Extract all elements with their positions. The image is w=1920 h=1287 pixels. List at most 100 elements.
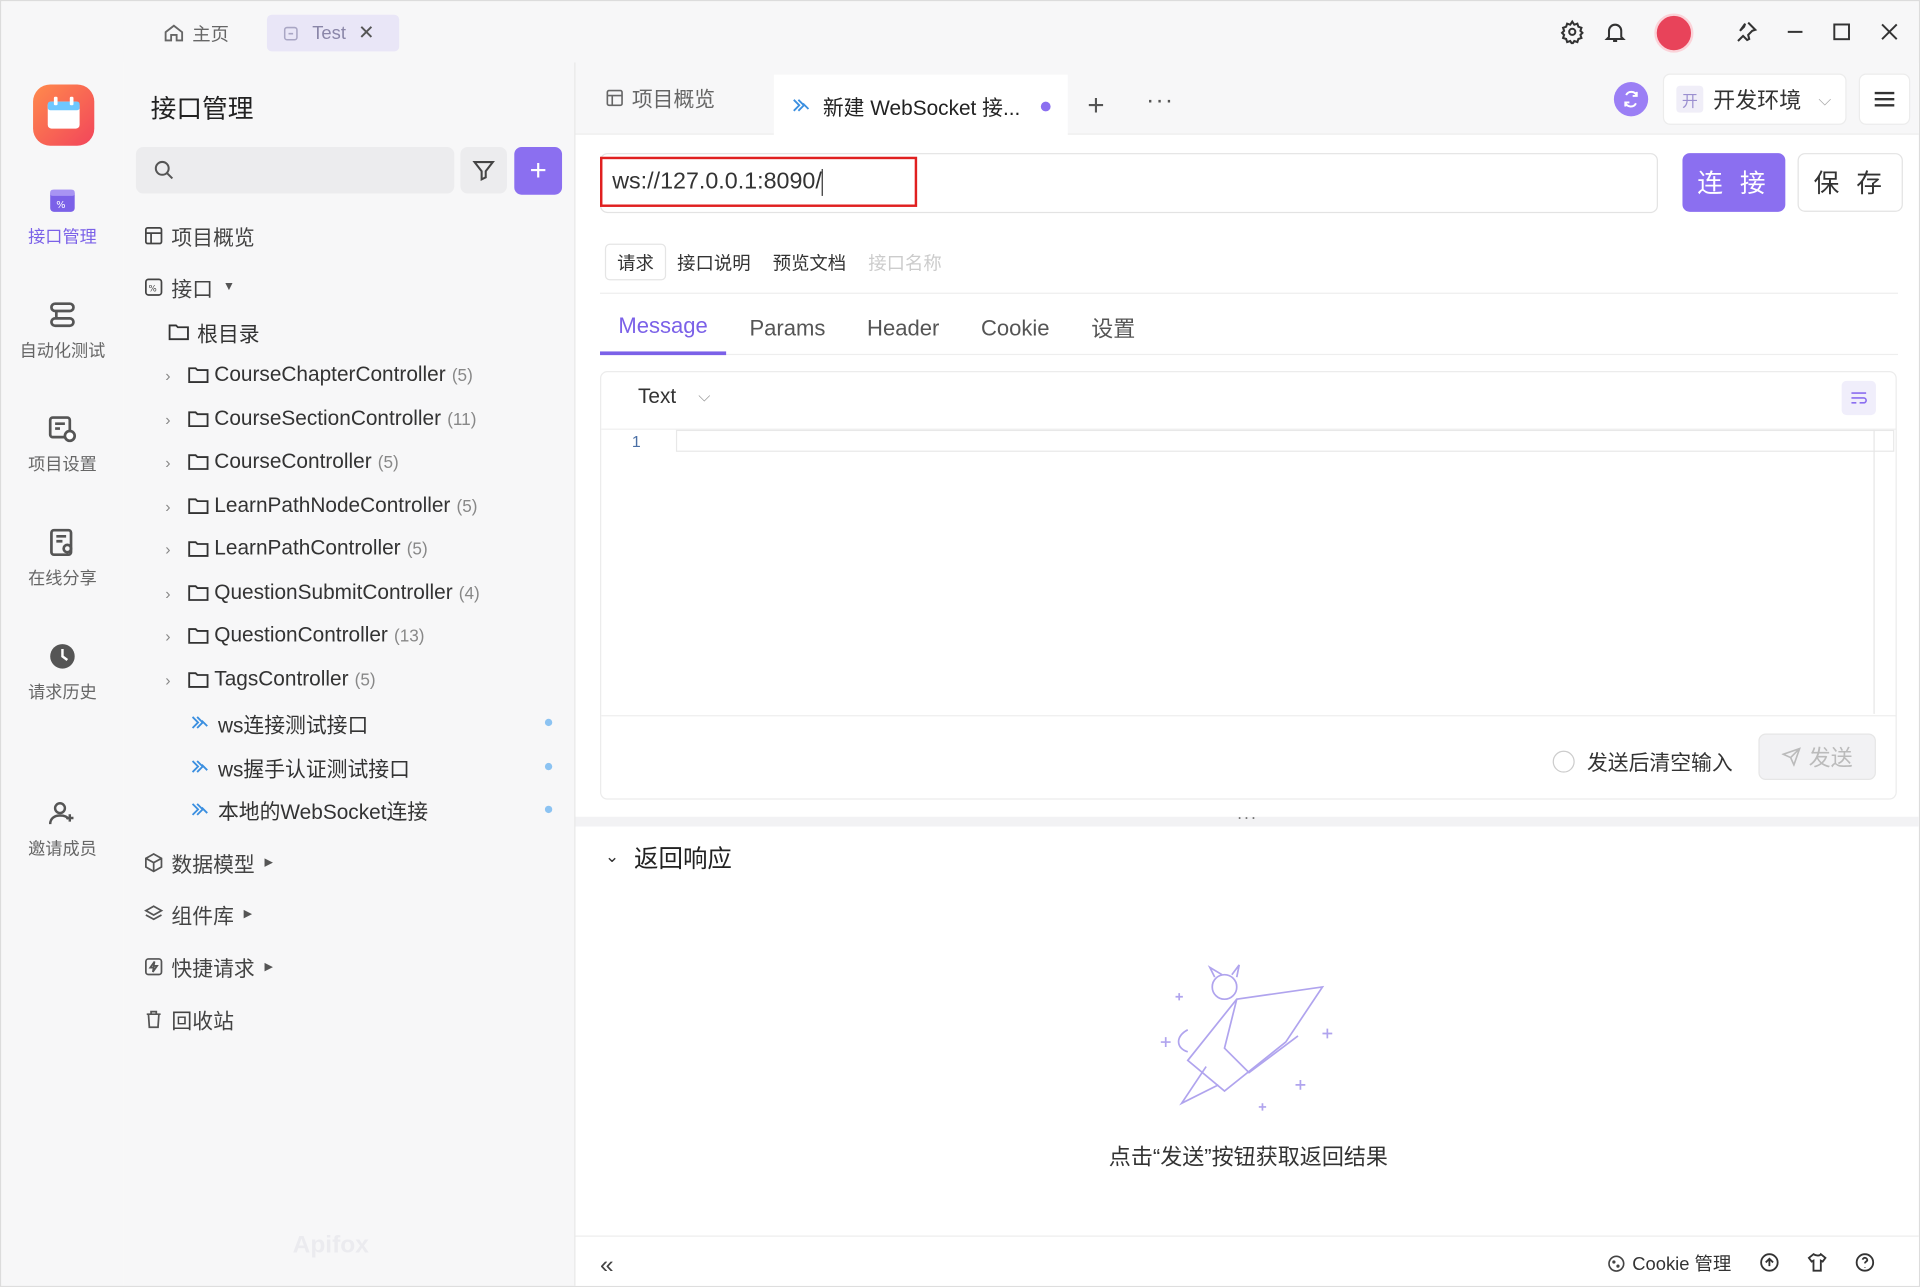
avatar[interactable] bbox=[1654, 13, 1694, 53]
chevron-right-icon[interactable]: › bbox=[165, 452, 185, 470]
rail-item-label: 自动化测试 bbox=[19, 340, 106, 361]
folder-name: QuestionSubmitController bbox=[214, 580, 453, 604]
ws-endpoint-item[interactable]: 本地的WebSocket连接 bbox=[190, 791, 553, 828]
tree-folder[interactable]: › QuestionSubmitController (4) bbox=[165, 574, 479, 611]
subtab-request[interactable]: 请求 bbox=[604, 243, 667, 281]
ws-endpoint-item[interactable]: ws握手认证测试接口 bbox=[190, 748, 553, 785]
tab-cookie[interactable]: Cookie bbox=[963, 301, 1068, 355]
chevron-right-icon[interactable]: › bbox=[165, 410, 185, 428]
tree-folder[interactable]: › CourseChapterController (5) bbox=[165, 356, 472, 393]
tree-folder[interactable]: › LearnPathController (5) bbox=[165, 530, 427, 567]
sidebar-title: 接口管理 bbox=[150, 95, 254, 124]
format-select[interactable]: Text ⌵ bbox=[638, 384, 710, 408]
sidebar-item-overview[interactable]: 项目概览 bbox=[143, 217, 255, 254]
sidebar-section-quick-request[interactable]: 快捷请求 ▶ bbox=[143, 948, 273, 985]
tab-header[interactable]: Header bbox=[849, 301, 958, 355]
tree-folder[interactable]: › LearnPathNodeController (5) bbox=[165, 487, 477, 524]
pin-icon[interactable] bbox=[1733, 18, 1760, 45]
link-icon bbox=[282, 24, 300, 42]
sidebar-item-label: 项目概览 bbox=[171, 225, 255, 250]
tree-folder[interactable]: › CourseSectionController (11) bbox=[165, 400, 476, 437]
ws-endpoint-label: 本地的WebSocket连接 bbox=[217, 800, 429, 824]
tab-message[interactable]: Message bbox=[600, 301, 727, 356]
sync-icon[interactable] bbox=[1613, 82, 1649, 117]
unsaved-dot bbox=[544, 805, 553, 814]
maximize-icon[interactable] bbox=[1828, 18, 1855, 45]
unsaved-dot bbox=[544, 718, 553, 727]
close-window-icon[interactable] bbox=[1876, 18, 1903, 45]
tree-folder[interactable]: › CourseController (5) bbox=[165, 443, 398, 480]
clear-after-send-option[interactable]: 发送后清空输入 bbox=[1552, 746, 1733, 777]
ws-endpoint-item[interactable]: ws连接测试接口 bbox=[190, 704, 553, 741]
folder-icon bbox=[187, 670, 209, 690]
message-textarea[interactable] bbox=[675, 429, 1895, 452]
response-section-header[interactable]: ⌄ 返回响应 bbox=[605, 839, 732, 875]
tree-folder[interactable]: › TagsController (5) bbox=[165, 661, 375, 698]
chevron-right-icon[interactable]: › bbox=[165, 626, 185, 644]
subtab-api-description[interactable]: 接口说明 bbox=[666, 244, 762, 281]
add-button[interactable]: + bbox=[514, 146, 563, 195]
connect-button[interactable]: 连 接 bbox=[1682, 153, 1786, 212]
close-tab-icon[interactable]: ✕ bbox=[358, 21, 374, 45]
environment-select[interactable]: 开 开发环境 ⌵ bbox=[1662, 73, 1847, 125]
sidebar-item-label: 回收站 bbox=[171, 1009, 234, 1033]
response-title: 返回响应 bbox=[633, 846, 732, 874]
clear-after-send-checkbox[interactable] bbox=[1552, 750, 1575, 773]
sidebar-section-api[interactable]: % 接口 ▼ bbox=[143, 268, 235, 305]
tree-root[interactable]: 根目录 bbox=[168, 313, 260, 350]
empty-state-hint: 点击“发送”按钮获取返回结果 bbox=[1108, 1144, 1388, 1170]
websocket-icon bbox=[190, 798, 212, 820]
sidebar-item-label: 数据模型 bbox=[171, 852, 255, 877]
rail-item-automation[interactable]: 自动化测试 bbox=[1, 299, 123, 363]
search-input[interactable] bbox=[135, 146, 455, 194]
shirt-icon[interactable] bbox=[1806, 1251, 1828, 1273]
sidebar-section-data-model[interactable]: 数据模型 ▶ bbox=[143, 844, 273, 881]
test-tab[interactable]: Test ✕ bbox=[266, 14, 400, 52]
rail-item-history[interactable]: 请求历史 bbox=[1, 640, 123, 704]
bell-icon[interactable] bbox=[1602, 18, 1629, 45]
rail-item-share[interactable]: 在线分享 bbox=[1, 527, 123, 591]
home-icon bbox=[163, 22, 185, 44]
chevron-right-icon[interactable]: › bbox=[165, 670, 185, 688]
sidebar: 接口管理 + 项目概览 % 接口 ▼ 根目录 › CourseChapterCo… bbox=[123, 62, 576, 1286]
send-button[interactable]: 发送 bbox=[1758, 733, 1876, 781]
tab-params[interactable]: Params bbox=[731, 301, 844, 355]
app-logo bbox=[33, 84, 95, 146]
cookie-manage-button[interactable]: Cookie 管理 bbox=[1607, 1250, 1731, 1276]
new-tab-plus-icon[interactable]: + bbox=[1087, 89, 1104, 123]
collapse-sidebar-icon[interactable]: « bbox=[600, 1251, 614, 1279]
rail-item-project-settings[interactable]: 项目设置 bbox=[1, 413, 123, 477]
app-window: 主页 Test ✕ % 接口管理 自动化测试 项目设置 在线分享 请求历史 邀请… bbox=[0, 0, 1920, 1287]
tab-new-websocket[interactable]: 新建 WebSocket 接... bbox=[773, 74, 1068, 136]
minimize-icon[interactable] bbox=[1782, 18, 1809, 45]
sidebar-section-trash[interactable]: 回收站 bbox=[143, 1000, 234, 1037]
save-button[interactable]: 保 存 bbox=[1797, 153, 1903, 212]
wrap-lines-icon[interactable] bbox=[1841, 380, 1876, 416]
upload-icon[interactable] bbox=[1758, 1251, 1780, 1273]
chevron-right-icon[interactable]: › bbox=[165, 497, 185, 515]
tab-settings[interactable]: 设置 bbox=[1073, 301, 1154, 355]
api-name-input[interactable]: 接口名称 bbox=[857, 244, 953, 281]
home-tab[interactable]: 主页 bbox=[163, 16, 229, 50]
chevron-right-icon[interactable]: › bbox=[165, 539, 185, 557]
tree-folder[interactable]: › QuestionController (13) bbox=[165, 617, 424, 654]
format-label: Text bbox=[637, 384, 677, 408]
filter-button[interactable] bbox=[460, 146, 507, 194]
editor-footer-divider bbox=[601, 715, 1896, 717]
more-icon[interactable]: ··· bbox=[1146, 87, 1174, 115]
rail-item-invite[interactable]: 邀请成员 bbox=[1, 797, 123, 861]
chevron-right-icon[interactable]: › bbox=[165, 366, 185, 384]
chevron-right-icon[interactable]: › bbox=[165, 583, 185, 601]
help-icon[interactable] bbox=[1854, 1251, 1876, 1273]
tab-project-overview[interactable]: 项目概览 bbox=[605, 82, 715, 113]
send-icon bbox=[1781, 747, 1802, 767]
settings-icon[interactable] bbox=[1559, 18, 1586, 45]
menu-button[interactable] bbox=[1858, 73, 1911, 125]
editor-scrollbar[interactable] bbox=[1873, 429, 1875, 714]
folder-count: (5) bbox=[406, 538, 428, 559]
drag-handle-icon[interactable]: ··· bbox=[1237, 807, 1258, 827]
sidebar-section-components[interactable]: 组件库 ▶ bbox=[143, 895, 252, 932]
subtab-preview-doc[interactable]: 预览文档 bbox=[762, 244, 858, 281]
text-cursor bbox=[821, 168, 823, 196]
rail-item-api[interactable]: % 接口管理 bbox=[1, 185, 123, 249]
